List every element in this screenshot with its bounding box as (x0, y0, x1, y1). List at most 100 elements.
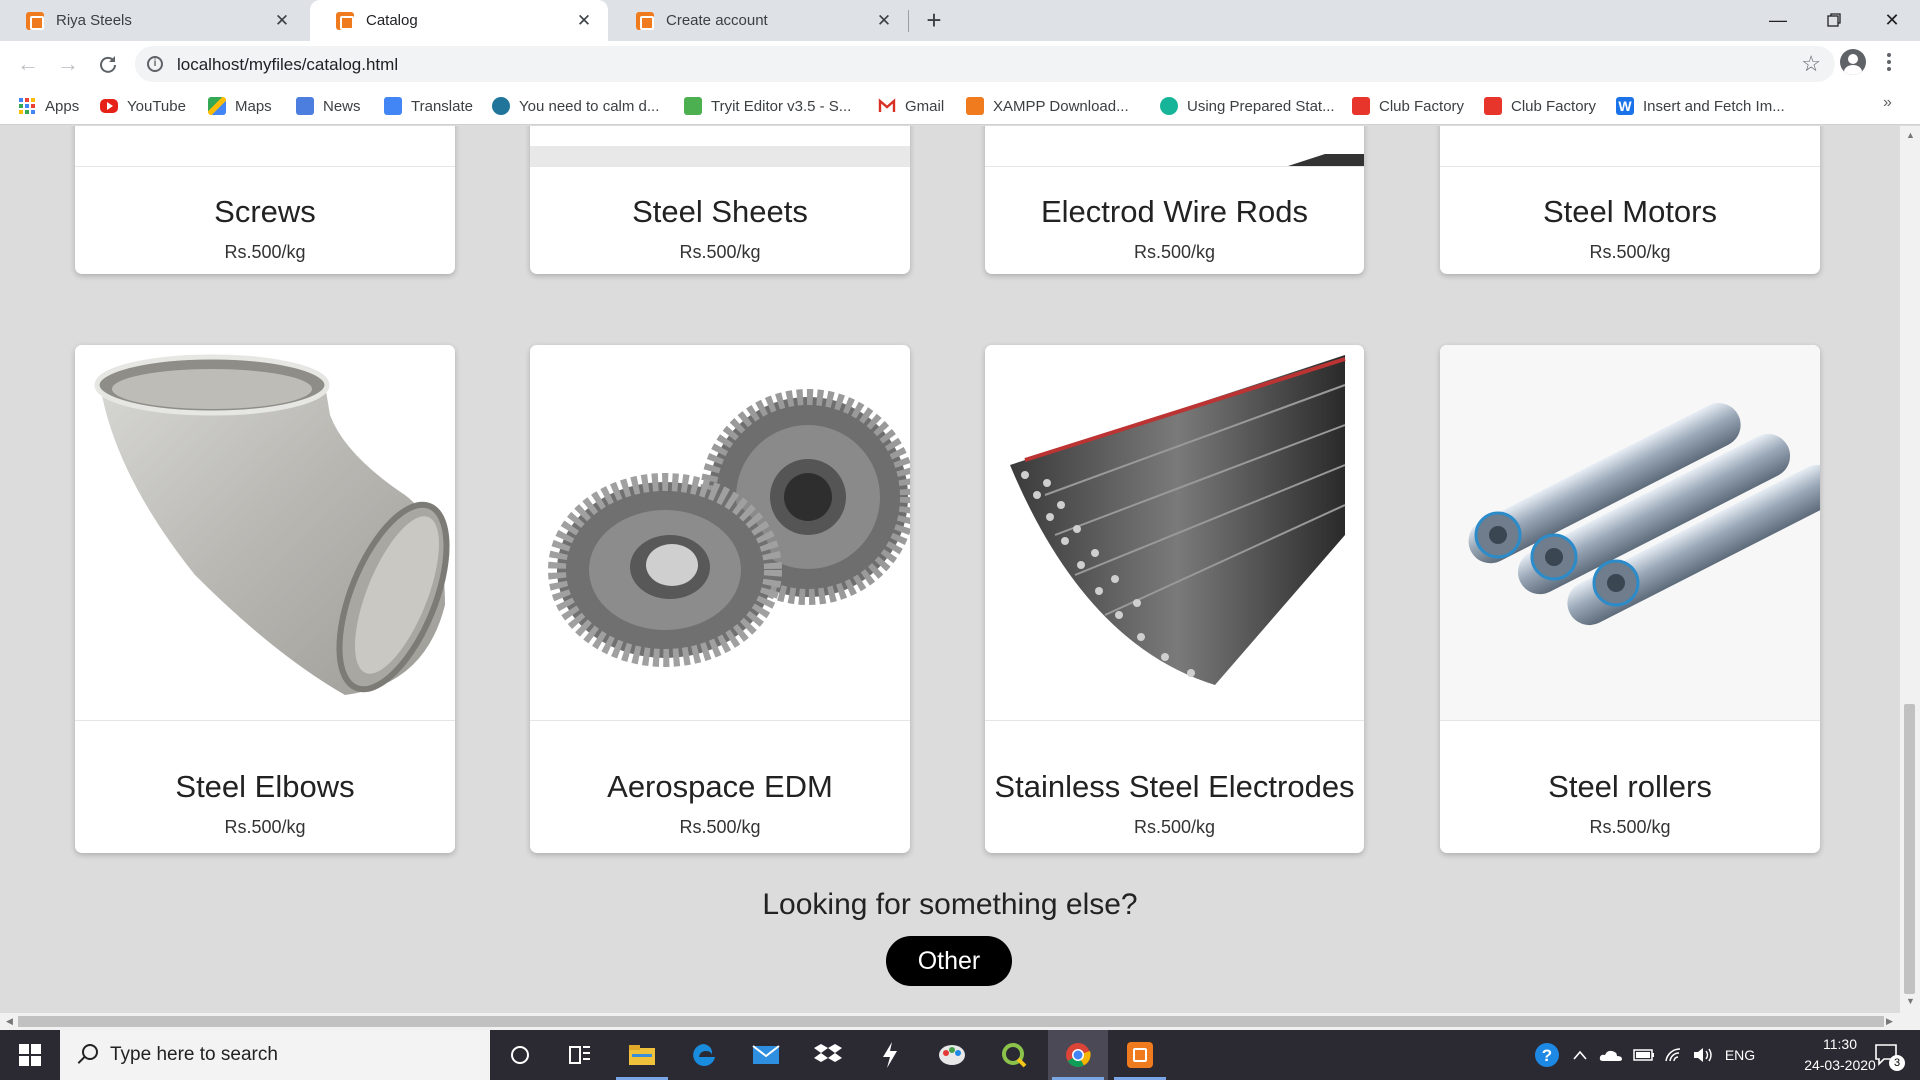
scrollbar-thumb[interactable] (1904, 704, 1915, 994)
bookmark-news[interactable]: News (296, 94, 361, 118)
product-card-stainless-steel-electrodes[interactable]: Stainless Steel Electrodes Rs.500/kg (985, 345, 1364, 853)
tab-riya-steels[interactable]: Riya Steels ✕ (0, 0, 306, 41)
product-price: Rs.500/kg (224, 242, 306, 262)
qgis-icon[interactable] (984, 1030, 1044, 1080)
product-price: Rs.500/kg (1589, 817, 1671, 837)
bookmark-gmail[interactable]: Gmail (878, 94, 944, 118)
scrollbar-thumb[interactable] (18, 1016, 1884, 1027)
forward-icon[interactable]: → (52, 48, 84, 80)
url-text[interactable]: localhost/myfiles/catalog.html (177, 55, 398, 75)
browser-toolbar: ← → i localhost/myfiles/catalog.html ☆ (0, 41, 1920, 88)
chrome-menu-icon[interactable] (1886, 51, 1892, 75)
task-view-icon[interactable] (550, 1030, 610, 1080)
reload-icon[interactable] (92, 48, 124, 80)
close-window-icon[interactable]: ✕ (1864, 0, 1920, 40)
site-info-icon[interactable]: i (147, 56, 163, 72)
bookmark-label: Using Prepared Stat... (1187, 97, 1335, 115)
bookmark-label: Insert and Fetch Im... (1643, 97, 1785, 115)
tab-title: Catalog (366, 12, 418, 29)
product-name: Screws (214, 194, 316, 229)
input-language-indicator[interactable]: ENG (1720, 1030, 1760, 1080)
bookmark-youtube[interactable]: YouTube (100, 94, 186, 118)
bookmark-apps[interactable]: Apps (18, 94, 79, 118)
account-avatar-icon[interactable] (1840, 49, 1866, 75)
bookmark-label: News (323, 97, 361, 115)
product-card-screws[interactable]: Screws Rs.500/kg (75, 126, 455, 274)
dropbox-icon[interactable] (798, 1030, 858, 1080)
electrode-rods-image (985, 345, 1364, 721)
wifi-icon[interactable] (1660, 1030, 1688, 1080)
address-bar[interactable]: i localhost/myfiles/catalog.html ☆ (135, 46, 1835, 82)
bookmarks-overflow-icon[interactable]: » (1883, 94, 1892, 112)
bookmark-club-factory-2[interactable]: Club Factory (1484, 94, 1596, 118)
bookmark-prepared-statements[interactable]: Using Prepared Stat... (1160, 94, 1335, 118)
onedrive-icon[interactable] (1596, 1030, 1626, 1080)
taskbar-search-box[interactable]: Type here to search (60, 1030, 490, 1080)
product-price: Rs.500/kg (224, 817, 306, 837)
product-card-steel-sheets[interactable]: Steel Sheets Rs.500/kg (530, 126, 910, 274)
bookmark-star-icon[interactable]: ☆ (1801, 51, 1821, 77)
product-name: Steel Elbows (175, 769, 355, 804)
tab-catalog[interactable]: Catalog ✕ (310, 0, 608, 41)
bookmark-label: Maps (235, 97, 272, 115)
minimize-icon[interactable]: — (1750, 0, 1806, 40)
close-tab-icon[interactable]: ✕ (272, 11, 292, 31)
scroll-down-arrow-icon[interactable]: ▼ (1906, 996, 1915, 1006)
close-tab-icon[interactable]: ✕ (574, 11, 594, 31)
bookmark-maps[interactable]: Maps (208, 94, 272, 118)
file-explorer-icon[interactable] (612, 1030, 672, 1080)
cortana-icon[interactable] (490, 1030, 550, 1080)
bookmark-label: Club Factory (1511, 97, 1597, 115)
xampp-taskbar-icon[interactable] (1110, 1030, 1170, 1080)
battery-icon[interactable] (1630, 1030, 1658, 1080)
bookmark-label: YouTube (127, 97, 186, 115)
volume-icon[interactable] (1690, 1030, 1718, 1080)
bookmark-club-factory[interactable]: Club Factory (1352, 94, 1464, 118)
product-card-aerospace-edm[interactable]: Aerospace EDM Rs.500/kg (530, 345, 910, 853)
maps-icon (208, 97, 226, 115)
vertical-scrollbar[interactable]: ▲ ▼ (1900, 126, 1920, 1013)
restore-icon[interactable] (1806, 0, 1862, 40)
page-content: Screws Rs.500/kg Steel Sheets Rs.500/kg … (0, 126, 1900, 1013)
tab-create-account[interactable]: Create account ✕ (610, 0, 908, 41)
product-name: Stainless Steel Electrodes (994, 769, 1355, 804)
xampp-icon (966, 97, 984, 115)
scroll-left-arrow-icon[interactable]: ◀ (6, 1016, 13, 1027)
start-button[interactable] (0, 1030, 60, 1080)
close-tab-icon[interactable]: ✕ (874, 11, 894, 31)
bookmark-label: Tryit Editor v3.5 - S... (711, 97, 852, 115)
product-card-steel-rollers[interactable]: Steel rollers Rs.500/kg (1440, 345, 1820, 853)
bookmark-label: Gmail (905, 97, 945, 115)
scroll-right-arrow-icon[interactable]: ▶ (1886, 1016, 1893, 1027)
bookmark-xampp[interactable]: XAMPP Download... (966, 94, 1129, 118)
w3schools-icon (684, 97, 702, 115)
wordpress-icon (492, 97, 510, 115)
windows-taskbar: Type here to search ? ENG 11:30 24-03-20… (0, 1030, 1920, 1080)
tray-chevron-icon[interactable] (1568, 1030, 1592, 1080)
product-card-steel-elbows[interactable]: Steel Elbows Rs.500/kg (75, 345, 455, 853)
scroll-up-arrow-icon[interactable]: ▲ (1906, 130, 1915, 140)
back-icon[interactable]: ← (12, 48, 44, 80)
product-name: Electrod Wire Rods (1040, 194, 1309, 229)
bookmark-tryit-editor[interactable]: Tryit Editor v3.5 - S... (684, 94, 851, 118)
action-center-icon[interactable]: 3 (1868, 1030, 1908, 1080)
help-icon[interactable]: ? (1532, 1030, 1562, 1080)
product-price: Rs.500/kg (1133, 242, 1216, 262)
mail-icon[interactable] (736, 1030, 796, 1080)
sublime-bolt-icon[interactable] (860, 1030, 920, 1080)
chrome-icon[interactable] (1048, 1030, 1108, 1080)
bookmark-translate[interactable]: Translate (384, 94, 473, 118)
horizontal-scrollbar[interactable]: ◀ ▶ (0, 1013, 1920, 1030)
new-tab-button[interactable]: + (918, 6, 950, 36)
paint-icon[interactable] (922, 1030, 982, 1080)
edge-icon[interactable] (674, 1030, 734, 1080)
other-button[interactable]: Other (886, 936, 1012, 986)
bookmark-wordpress[interactable]: You need to calm d... (492, 94, 659, 118)
product-card-electrod-wire-rods[interactable]: Electrod Wire Rods Rs.500/kg (985, 126, 1364, 274)
search-icon (76, 1044, 98, 1066)
product-name: Steel Sheets (632, 194, 808, 229)
tab-strip: Riya Steels ✕ Catalog ✕ Create account ✕… (0, 0, 1920, 41)
bookmark-insert-fetch[interactable]: W Insert and Fetch Im... (1616, 94, 1785, 118)
product-price: Rs.500/kg (679, 242, 761, 262)
product-card-steel-motors[interactable]: Steel Motors Rs.500/kg (1440, 126, 1820, 274)
